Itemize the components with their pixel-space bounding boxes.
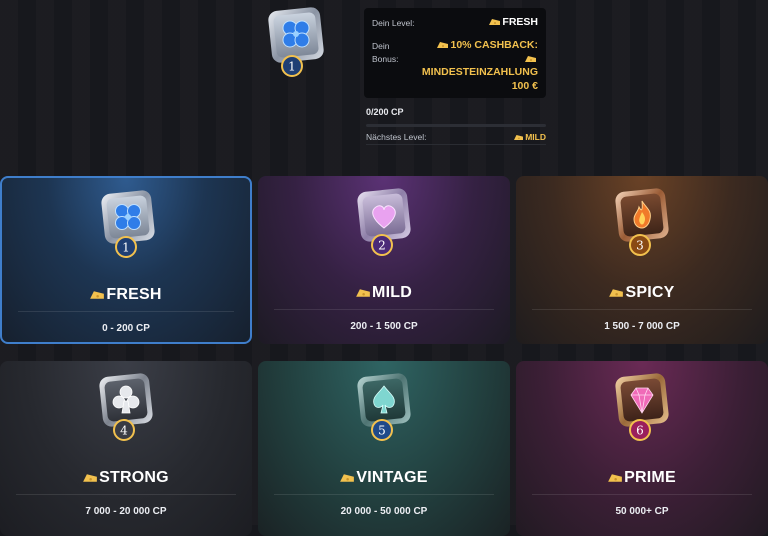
level-value: FRESH [489,16,538,28]
svg-text:1: 1 [288,60,296,74]
svg-text:6: 6 [636,424,644,438]
tier-card-spicy[interactable]: 3 SPICY 1 500 - 7 000 CP [516,176,768,344]
bonus-cheese-icon [525,53,538,65]
svg-text:3: 3 [636,239,644,253]
tier-badge: 2 [354,186,414,256]
bonus-label-line2: Bonus: [372,54,399,64]
svg-text:2: 2 [378,239,386,253]
next-level-value: MILD [500,132,546,142]
progress-text: 0/200 CP [366,107,404,117]
tier-range: 50 000+ CP [615,506,669,517]
tier-card-prime[interactable]: 6 PRIME 50 000+ CP [516,361,768,536]
tier-range: 20 000 - 50 000 CP [340,506,428,517]
cheese-icon [90,291,105,299]
tier-name: STRONG [0,469,252,487]
tier-name: PRIME [516,469,768,487]
tier-range: 0 - 200 CP [102,323,150,334]
cheese-icon [514,135,524,140]
level-label: Dein Level: [372,18,415,28]
cheese-icon [437,42,449,48]
tier-card-vintage[interactable]: 5 VINTAGE 20 000 - 50 000 CP [258,361,510,536]
tier-range: 1 500 - 7 000 CP [604,321,680,332]
tier-card-strong[interactable]: 4 STRONG 7 000 - 20 000 CP [0,361,252,536]
divider [16,494,236,495]
bonus-line2: MINDESTEINZAHLUNG [421,66,538,78]
tier-name: FRESH [2,286,250,304]
cheese-icon [609,289,624,297]
divider [274,494,494,495]
bonus-label-line1: Dein [372,41,390,51]
current-level-badge: 1 [265,6,329,78]
next-level-label: Nächstes Level: [366,132,427,142]
tier-badge: 6 [612,371,672,441]
svg-text:4: 4 [120,424,128,438]
divider [274,309,494,310]
divider [532,494,752,495]
tier-card-mild[interactable]: 2 MILD 200 - 1 500 CP [258,176,510,344]
svg-text:5: 5 [378,424,386,438]
cheese-icon [525,56,536,62]
cheese-icon [489,19,501,25]
cheese-icon [83,474,98,482]
tier-name: VINTAGE [258,469,510,487]
tier-badge: 1 [98,188,158,258]
tier-range: 7 000 - 20 000 CP [85,506,167,517]
tier-badge: 5 [354,371,414,441]
cheese-icon [608,474,623,482]
svg-text:1: 1 [122,241,130,255]
divider [18,311,234,312]
divider [366,144,546,145]
progress-bar [366,124,546,127]
divider [532,309,752,310]
tier-card-fresh[interactable]: 1 FRESH 0 - 200 CP [0,176,252,344]
tier-badge: 4 [96,371,156,441]
tier-badge: 3 [612,186,672,256]
cheese-icon [340,474,355,482]
cheese-icon [356,289,370,297]
bonus-line3: 100 € [511,80,538,92]
tier-range: 200 - 1 500 CP [350,321,418,332]
tier-name: SPICY [516,284,768,302]
bonus-line1: 10% CASHBACK: [437,39,538,51]
current-level-info-card: Dein Level: FRESH Dein Bonus: 10% CASHBA… [364,8,546,98]
tier-name: MILD [258,284,510,302]
